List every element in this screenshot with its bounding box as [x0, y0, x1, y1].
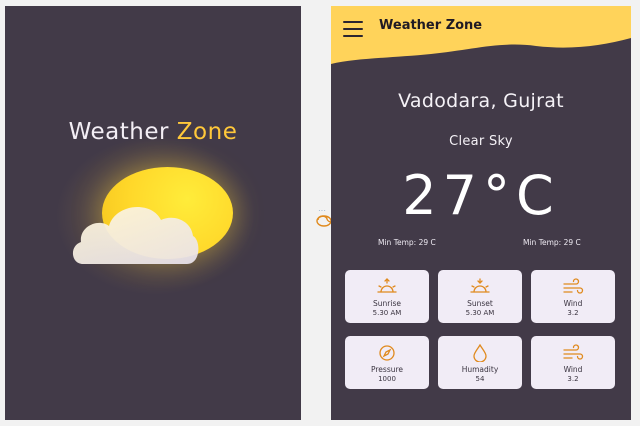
cloud-illustration — [72, 207, 199, 264]
card-pressure[interactable]: Pressure 1000 — [345, 336, 429, 389]
card-wind-2[interactable]: Wind 3.2 — [531, 336, 615, 389]
weather-cards: Sunrise 5.30 AM Sunset 5.30 AM Wind 3.2 … — [345, 270, 621, 389]
weather-condition: Clear Sky — [449, 134, 513, 149]
sunset-icon — [470, 278, 490, 293]
temperature: 27°C — [402, 164, 560, 227]
city-name: Vadodara, Gujrat — [398, 90, 564, 112]
card-label: Pressure — [370, 365, 404, 374]
main-screen: Weather Zone Vadodara, Gujrat Clear Sky … — [331, 6, 631, 420]
header-wave — [331, 6, 631, 64]
app-title: Weather Zone — [379, 18, 483, 33]
min-temp-left: Min Temp: 29 C — [378, 238, 436, 247]
card-value: 3.2 — [567, 375, 579, 383]
card-wind[interactable]: Wind 3.2 — [531, 270, 615, 323]
card-value: 5.30 AM — [465, 309, 495, 317]
card-label: Sunset — [467, 299, 493, 308]
card-value: 54 — [475, 375, 485, 383]
wind-icon — [563, 344, 584, 360]
card-label: Wind — [563, 365, 583, 374]
splash-screen: Weather Zone — [5, 6, 301, 420]
card-value: 5.30 AM — [372, 309, 402, 317]
wind-icon — [563, 278, 584, 294]
card-label: Humadity — [461, 365, 499, 374]
card-humidity[interactable]: Humadity 54 — [438, 336, 522, 389]
card-sunrise[interactable]: Sunrise 5.30 AM — [345, 270, 429, 323]
compass-icon — [379, 345, 395, 361]
card-value: 1000 — [378, 375, 396, 383]
drop-icon — [473, 344, 487, 362]
sunrise-icon — [377, 278, 397, 293]
card-value: 3.2 — [567, 309, 579, 317]
menu-icon[interactable] — [343, 21, 363, 37]
card-sunset[interactable]: Sunset 5.30 AM — [438, 270, 522, 323]
min-temp-right: Min Temp: 29 C — [523, 238, 581, 247]
card-label: Sunrise — [373, 299, 401, 308]
card-label: Wind — [563, 299, 583, 308]
